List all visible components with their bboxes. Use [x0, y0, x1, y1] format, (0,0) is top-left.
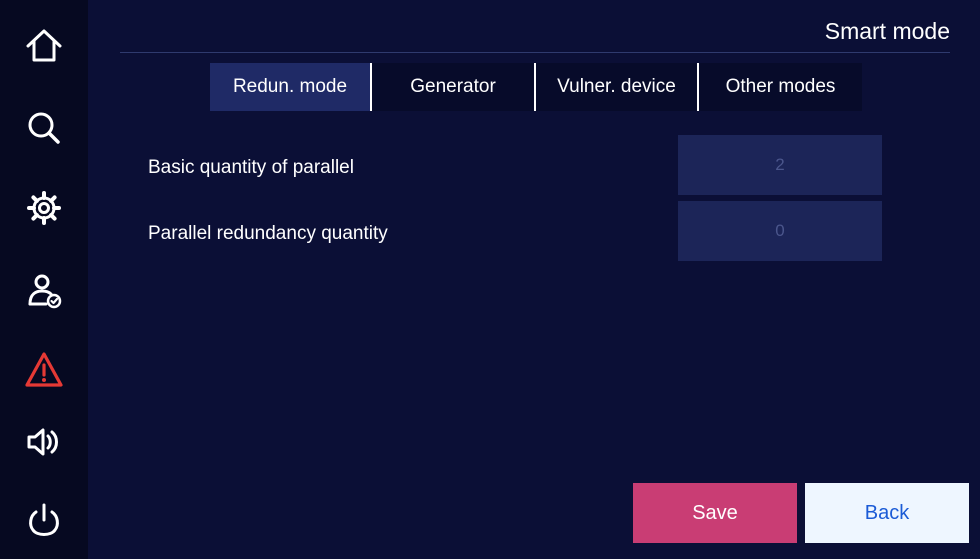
sidebar-item-power[interactable]	[20, 496, 68, 544]
sidebar	[0, 0, 88, 559]
basic-quantity-field[interactable]: 2	[678, 135, 882, 195]
tab-vulner-device[interactable]: Vulner. device	[536, 63, 697, 111]
basic-quantity-label: Basic quantity of parallel	[148, 157, 354, 178]
gear-icon	[27, 191, 61, 225]
sidebar-item-sound[interactable]	[20, 418, 68, 466]
redundancy-quantity-field[interactable]: 0	[678, 201, 882, 261]
tab-redun-mode[interactable]: Redun. mode	[210, 63, 370, 111]
speaker-icon	[27, 428, 58, 456]
warning-icon	[25, 352, 63, 387]
tab-generator[interactable]: Generator	[372, 63, 534, 111]
page-title: Smart mode	[824, 18, 950, 44]
mode-tabs: Redun. mode Generator Vulner. device Oth…	[210, 63, 862, 111]
home-icon	[26, 29, 62, 62]
sidebar-item-home[interactable]	[20, 22, 68, 70]
app-screen: Smart mode Redun. mode Generator Vulner.…	[0, 0, 980, 559]
power-icon	[29, 503, 59, 536]
redundancy-quantity-label: Parallel redundancy quantity	[148, 223, 388, 244]
sidebar-item-search[interactable]	[20, 104, 68, 152]
header-divider	[120, 52, 950, 53]
search-icon	[28, 112, 60, 144]
save-button[interactable]: Save	[633, 483, 797, 543]
back-button[interactable]: Back	[805, 483, 969, 543]
sidebar-item-settings[interactable]	[20, 184, 68, 232]
user-check-icon	[28, 274, 62, 309]
sidebar-item-user[interactable]	[20, 266, 68, 314]
sidebar-item-alarm[interactable]	[20, 346, 68, 394]
tab-other-modes[interactable]: Other modes	[699, 63, 862, 111]
